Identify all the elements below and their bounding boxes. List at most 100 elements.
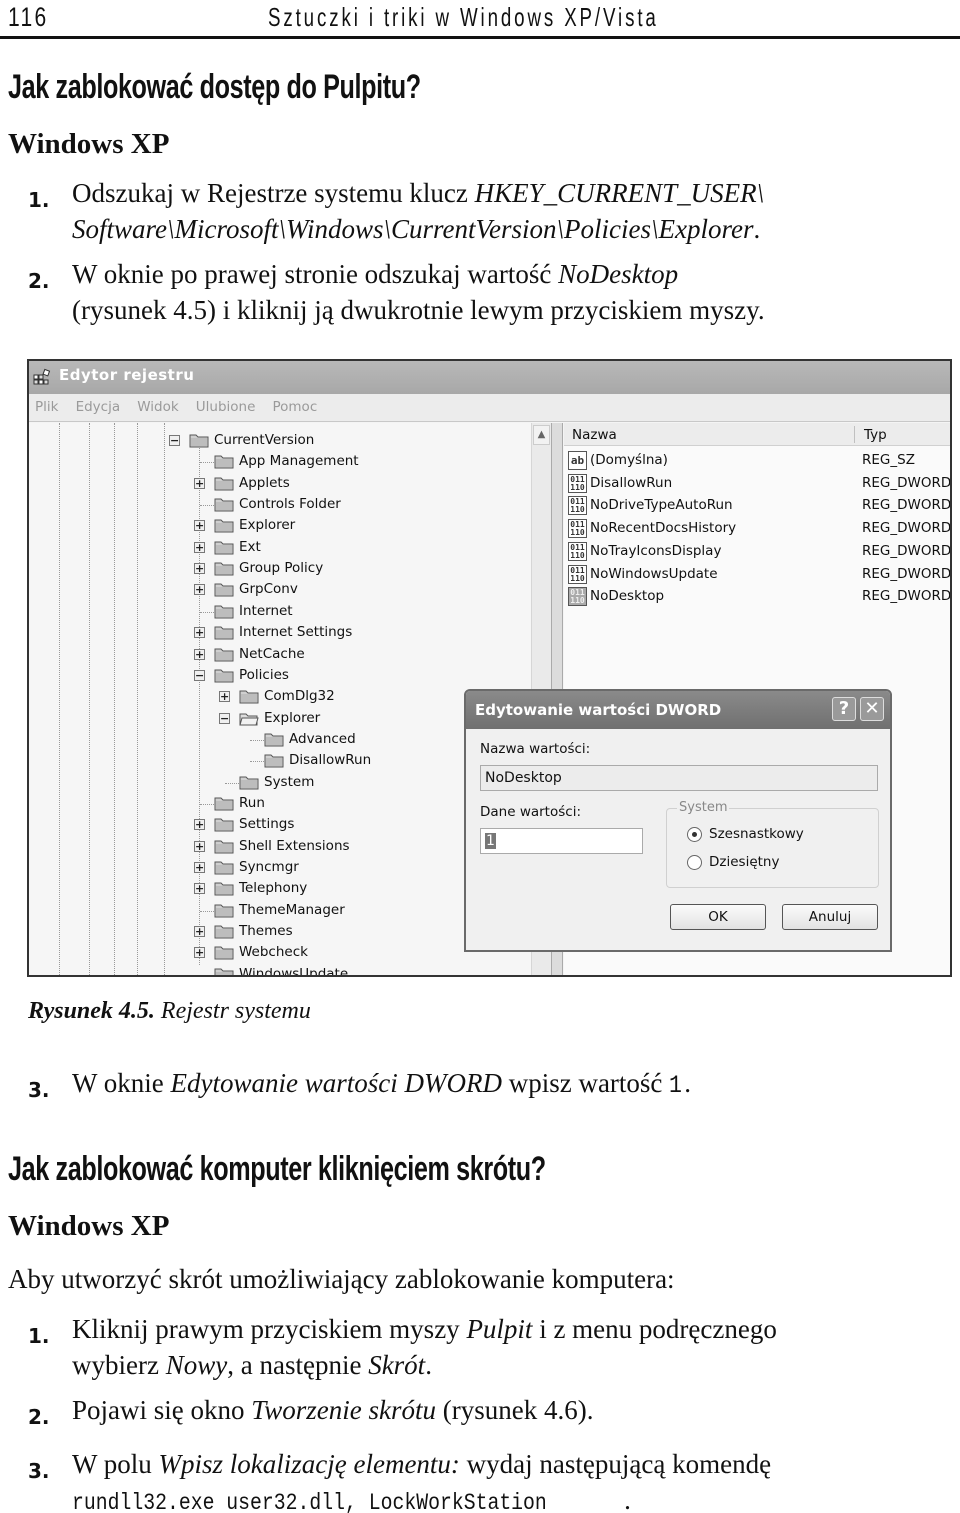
value-name: NoRecentDocsHistory <box>590 520 737 537</box>
expand-plus-icon[interactable]: + <box>194 947 205 959</box>
value-data-label: Dane wartości: <box>480 804 581 820</box>
tree-node-label: Controls Folder <box>239 496 341 513</box>
tree-node-label: Explorer <box>264 709 321 726</box>
menu-pomoc[interactable]: Pomoc <box>272 399 317 415</box>
step-number: 2. <box>28 269 50 293</box>
tree-connector-line <box>164 423 165 975</box>
figure-caption: Rysunek 4.5. Rejestr systemu <box>28 998 311 1024</box>
value-name-label: Nazwa wartości: <box>480 741 591 757</box>
tree-node-label: WindowsUpdate <box>239 965 349 977</box>
folder-icon <box>239 690 259 704</box>
value-row[interactable]: 011 110 NoWindowsUpdate REG_DWORD <box>564 564 952 586</box>
dword-value-icon: 011 110 <box>568 519 587 539</box>
folder-icon <box>214 626 234 640</box>
step-number: 3. <box>28 1078 50 1102</box>
tree-connector-line <box>114 423 115 975</box>
folder-icon <box>214 498 234 512</box>
menu-bar: Plik Edycja Widok Ulubione Pomoc <box>29 394 950 422</box>
collapse-minus-icon[interactable]: − <box>194 669 205 681</box>
radio-selected-icon[interactable] <box>687 827 702 842</box>
tree-node-label: Internet Settings <box>239 624 353 641</box>
value-name: NoTrayIconsDisplay <box>590 542 722 559</box>
value-type: REG_DWORD <box>862 588 952 605</box>
registry-key: HKEY_CURRENT_USER\ <box>474 178 765 208</box>
value-name: NoWindowsUpdate <box>590 565 718 582</box>
tree-node-label: ComDlg32 <box>264 688 335 705</box>
radio-unselected-icon[interactable] <box>687 855 702 870</box>
value-type: REG_DWORD <box>862 497 952 514</box>
help-button[interactable]: ? <box>832 697 856 721</box>
tree-node-label: Group Policy <box>239 560 324 577</box>
folder-icon <box>189 434 209 448</box>
tree-node-label: Run <box>239 794 265 811</box>
value-row[interactable]: 011 110 NoTrayIconsDisplay REG_DWORD <box>564 541 952 563</box>
expand-plus-icon[interactable]: + <box>194 563 205 575</box>
value-type: REG_SZ <box>862 452 915 468</box>
menu-plik[interactable]: Plik <box>35 399 58 415</box>
column-name[interactable]: Nazwa <box>572 427 617 443</box>
string-value-icon: ab <box>568 451 587 470</box>
expand-plus-icon[interactable]: + <box>194 862 205 873</box>
scroll-up-arrow-icon[interactable]: ▲ <box>533 425 550 445</box>
value-row[interactable]: 011 110 NoDesktop REG_DWORD <box>564 586 952 608</box>
value-type: REG_DWORD <box>862 520 952 537</box>
section-heading: Jak zablokować dostęp do Pulpitu? <box>8 68 421 106</box>
expand-plus-icon[interactable]: + <box>194 541 205 553</box>
tree-node-label: DisallowRun <box>289 752 372 769</box>
expand-plus-icon[interactable]: + <box>194 648 205 660</box>
value-row[interactable]: 011 110 NoRecentDocsHistory REG_DWORD <box>564 518 952 540</box>
step-number: 1. <box>28 188 50 212</box>
value-data-input[interactable]: 1 <box>480 828 643 854</box>
value-row[interactable]: 011 110 DisallowRun REG_DWORD <box>564 473 950 495</box>
column-type[interactable]: Typ <box>864 427 887 443</box>
expand-plus-icon[interactable]: + <box>219 691 230 703</box>
folder-icon <box>239 776 259 790</box>
registry-editor-icon <box>33 368 51 385</box>
tree-node-label: Ext <box>239 538 261 555</box>
ok-button[interactable]: OK <box>670 904 766 930</box>
step-2: 2. W oknie po prawej stronie odszukaj wa… <box>28 259 765 325</box>
tree-node-label: GrpConv <box>239 581 298 598</box>
value-name: NoDriveTypeAutoRun <box>590 497 733 514</box>
close-button[interactable]: ✕ <box>860 697 884 721</box>
menu-widok[interactable]: Widok <box>137 399 178 415</box>
value-row[interactable]: ab (Domyślna) REG_SZ <box>564 450 950 472</box>
column-divider[interactable] <box>854 426 855 443</box>
lock-command: rundll32.exe user32.dll, LockWorkStation <box>72 1490 547 1513</box>
menu-edycja[interactable]: Edycja <box>76 399 121 415</box>
tree-node-label: Shell Extensions <box>239 837 350 854</box>
list-header: Nazwa Typ <box>564 423 950 446</box>
expand-plus-icon[interactable]: + <box>194 819 205 831</box>
collapse-minus-icon[interactable]: − <box>219 712 230 724</box>
value-type: REG_DWORD <box>862 542 952 559</box>
menu-ulubione[interactable]: Ulubione <box>196 399 256 415</box>
folder-icon <box>214 605 234 619</box>
folder-icon <box>214 648 234 661</box>
folder-icon <box>214 562 234 576</box>
step-3b: 3. W polu Wpisz lokalizację elementu: wy… <box>28 1446 953 1513</box>
folder-icon <box>214 968 234 975</box>
expand-plus-icon[interactable]: + <box>194 584 205 596</box>
collapse-minus-icon[interactable]: − <box>169 435 180 446</box>
value-type: REG_DWORD <box>862 565 952 582</box>
running-head: 116 Sztuczki i triki w Windows XP/Vista <box>0 0 960 40</box>
expand-plus-icon[interactable]: + <box>194 883 205 895</box>
tree-node-label: ThemeManager <box>239 901 345 918</box>
os-subheading-2: Windows XP <box>8 1210 170 1242</box>
expand-plus-icon[interactable]: + <box>194 520 205 532</box>
expand-plus-icon[interactable]: + <box>194 627 205 639</box>
header-rule <box>0 36 960 39</box>
tree-node-label: Policies <box>239 666 289 683</box>
tree-node-label: CurrentVersion <box>214 432 315 448</box>
expand-plus-icon[interactable]: + <box>194 840 205 852</box>
expand-plus-icon[interactable]: + <box>194 477 205 489</box>
tree-node-label: Syncmgr <box>239 859 299 875</box>
expand-plus-icon[interactable]: + <box>194 926 205 938</box>
value-name-field[interactable]: NoDesktop <box>480 765 878 791</box>
cancel-button[interactable]: Anuluj <box>782 904 878 930</box>
folder-icon <box>264 754 284 768</box>
folder-icon <box>214 861 234 875</box>
folder-icon <box>214 583 234 597</box>
page-number: 116 <box>8 2 49 32</box>
value-row[interactable]: 011 110 NoDriveTypeAutoRun REG_DWORD <box>564 495 952 517</box>
